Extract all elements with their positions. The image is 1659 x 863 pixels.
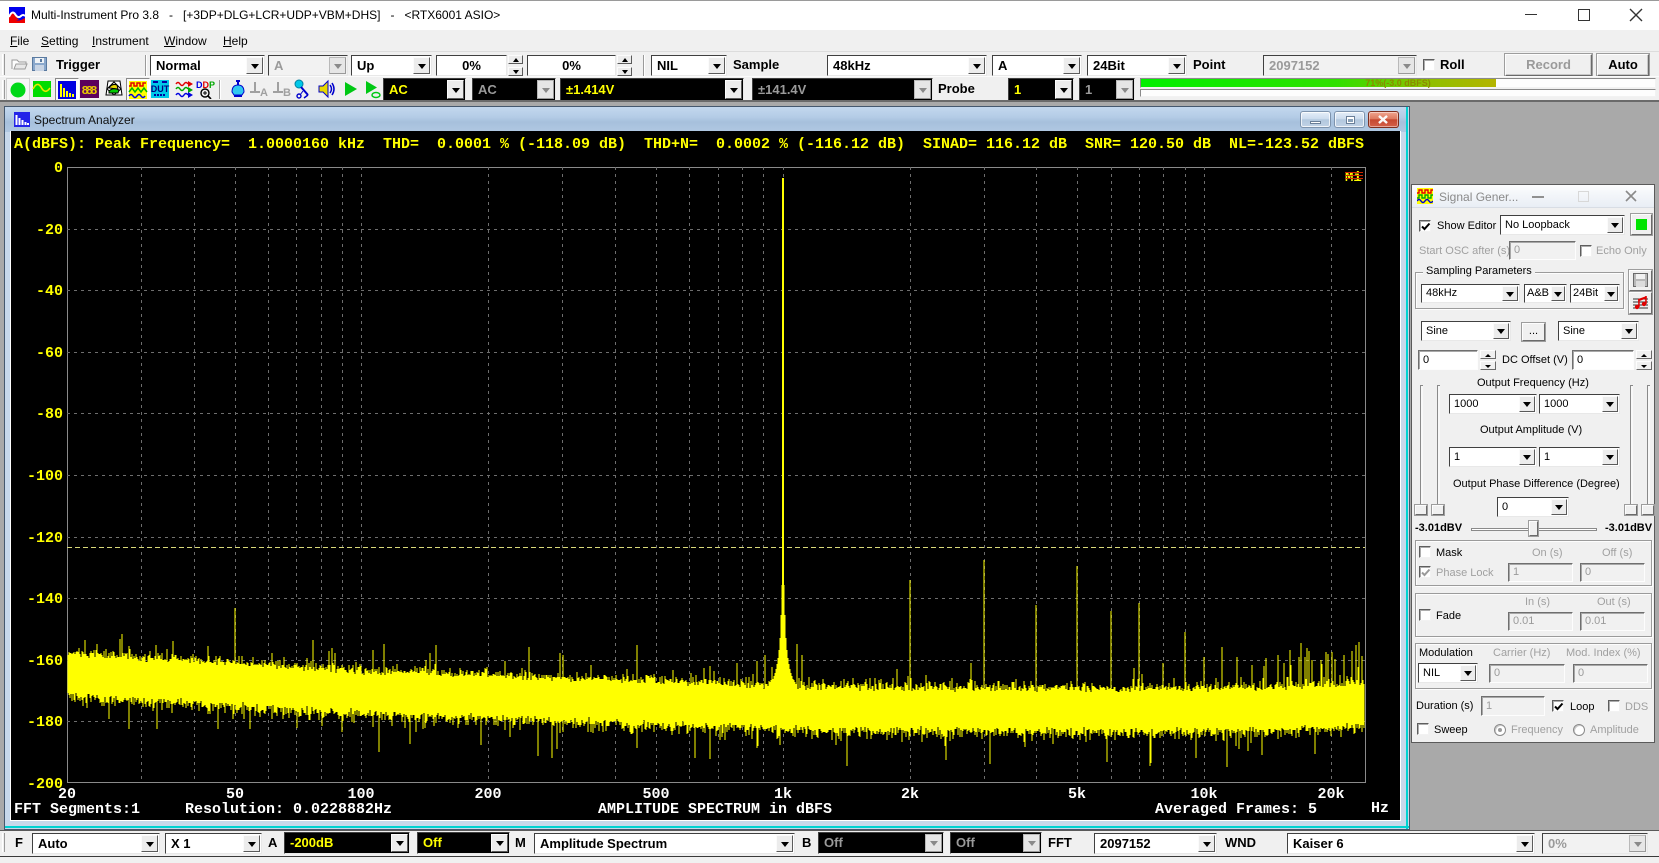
svg-text:-40: -40 bbox=[36, 283, 63, 300]
svg-text:2k: 2k bbox=[901, 786, 919, 803]
svg-text:A(dBFS): Peak Frequency= 1.00: A(dBFS): Peak Frequency= 1.0000160 kHz T… bbox=[14, 136, 1364, 153]
svg-text:FFT Segments:1: FFT Segments:1 bbox=[14, 801, 140, 818]
svg-text:Resolution: 0.0228882Hz: Resolution: 0.0228882Hz bbox=[185, 801, 392, 818]
svg-text:-80: -80 bbox=[36, 406, 63, 423]
svg-text:DUT: DUT bbox=[151, 84, 170, 94]
svg-text:-20: -20 bbox=[36, 222, 63, 239]
svg-text:-180: -180 bbox=[27, 714, 63, 731]
svg-text:200: 200 bbox=[474, 786, 501, 803]
svg-text:0: 0 bbox=[54, 160, 63, 177]
svg-text:888: 888 bbox=[82, 84, 98, 98]
svg-text:Averaged Frames: 5: Averaged Frames: 5 bbox=[1155, 801, 1317, 818]
svg-text:-140: -140 bbox=[27, 591, 63, 608]
svg-text:B: B bbox=[283, 87, 291, 99]
svg-text:AMPLITUDE SPECTRUM in dBFS: AMPLITUDE SPECTRUM in dBFS bbox=[598, 801, 832, 818]
svg-text:20k: 20k bbox=[1317, 786, 1344, 803]
svg-text:A: A bbox=[260, 87, 268, 99]
svg-text:5k: 5k bbox=[1068, 786, 1086, 803]
svg-text:-100: -100 bbox=[27, 468, 63, 485]
svg-text:-60: -60 bbox=[36, 345, 63, 362]
svg-text:-120: -120 bbox=[27, 530, 63, 547]
svg-text:-160: -160 bbox=[27, 653, 63, 670]
svg-text:Hz: Hz bbox=[1371, 800, 1389, 817]
